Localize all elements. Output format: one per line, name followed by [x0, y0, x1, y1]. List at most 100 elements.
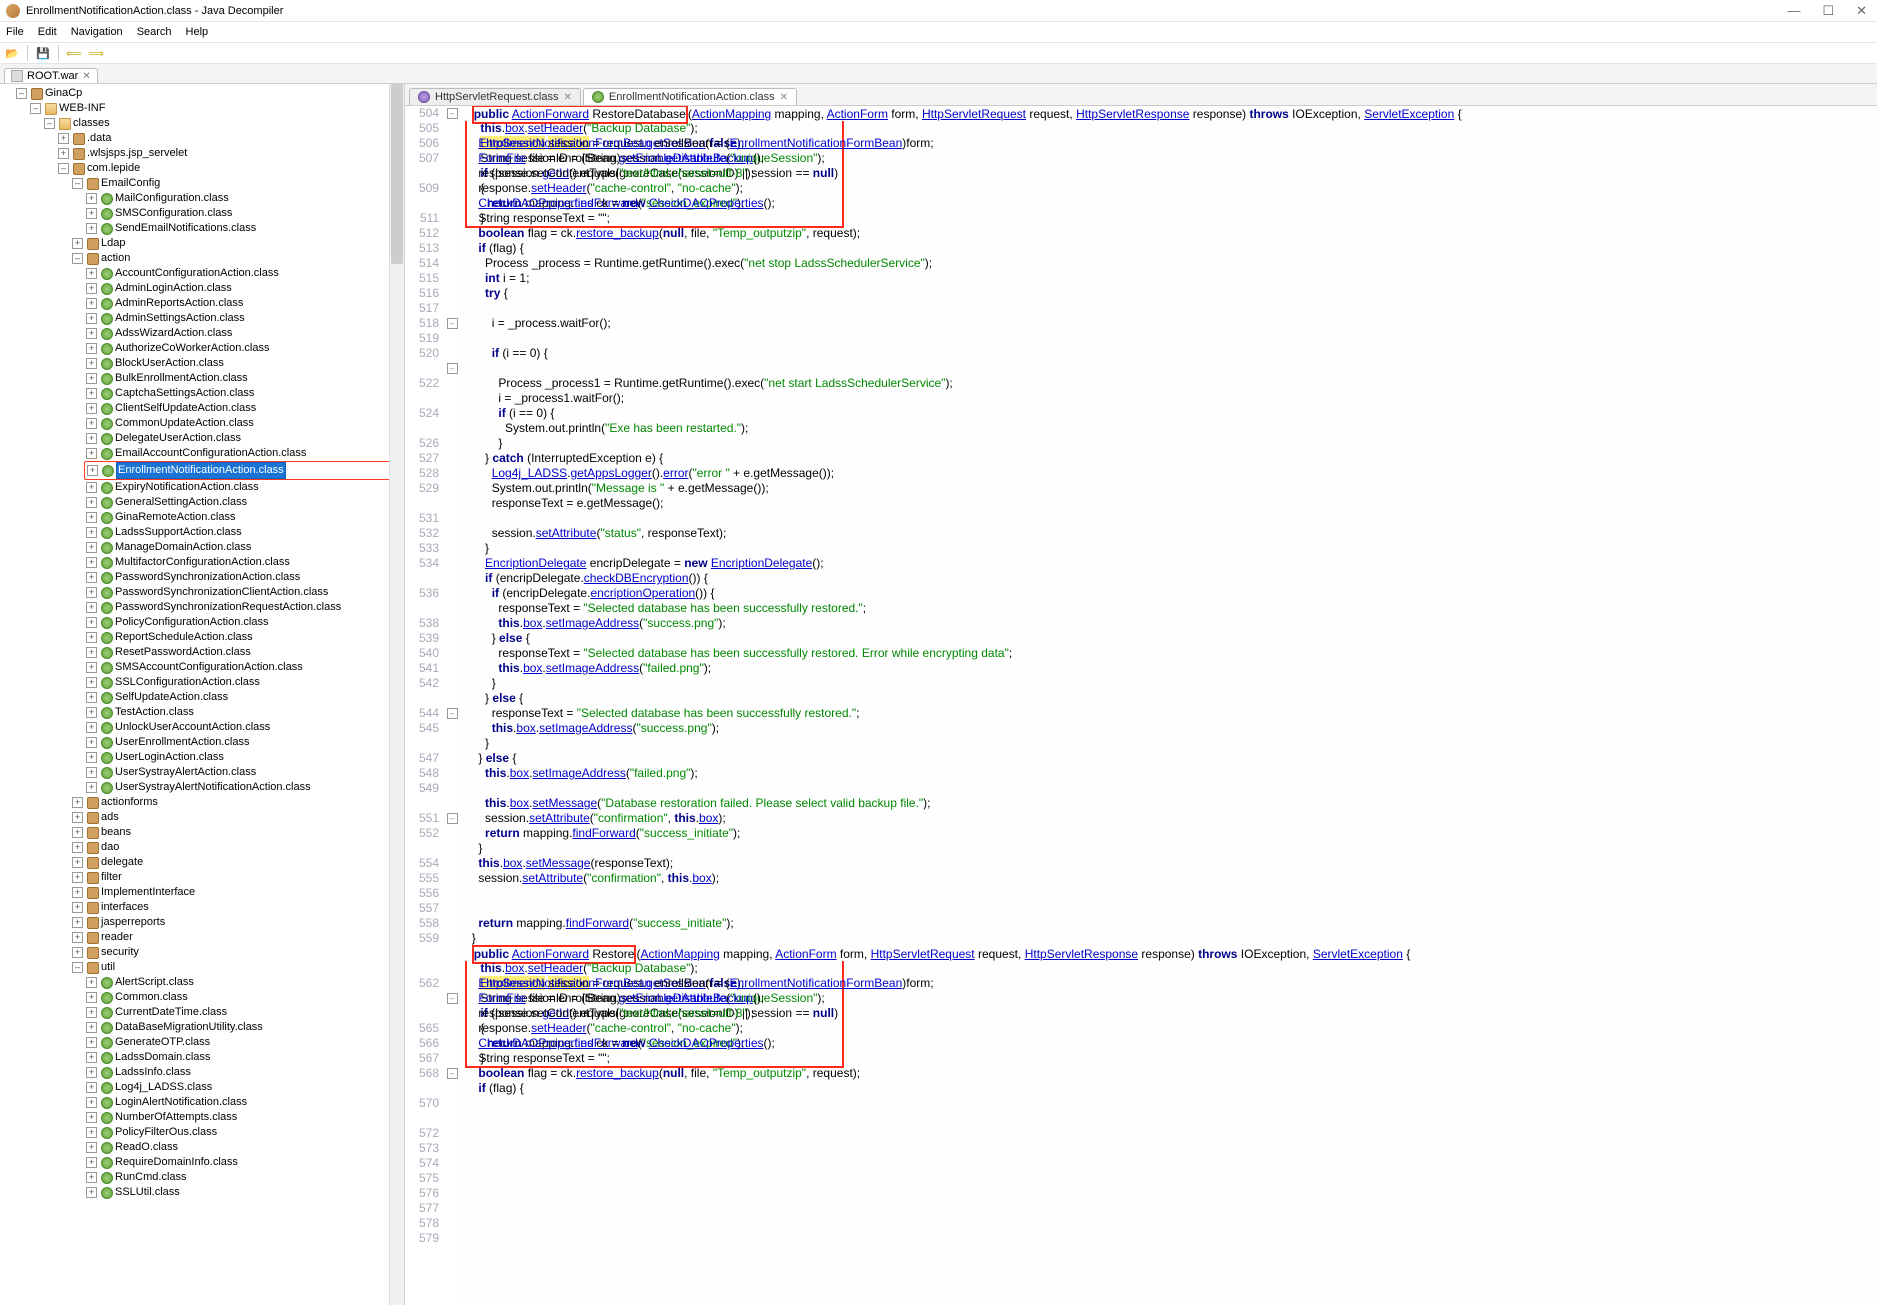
tree-class-item[interactable]: +NumberOfAttempts.class — [84, 1110, 404, 1125]
tree-class-item[interactable]: +DelegateUserAction.class — [84, 431, 404, 446]
tree-class-item[interactable]: +SelfUpdateAction.class — [84, 690, 404, 705]
code-area[interactable]: 5045055065075095115125135145155165175185… — [405, 106, 1877, 1305]
tree-class-item[interactable]: +PasswordSynchronizationClientAction.cla… — [84, 585, 404, 600]
tree-class-item[interactable]: +EnrollmentNotificationAction.class — [85, 462, 403, 479]
tree-class-item[interactable]: +SMSConfiguration.class — [84, 206, 404, 221]
maximize-button[interactable]: ☐ — [1818, 3, 1838, 19]
tree-class-item[interactable]: +Log4j_LADSS.class — [84, 1080, 404, 1095]
tree-class-item[interactable]: +GenerateOTP.class — [84, 1035, 404, 1050]
tree-class-item[interactable]: +ManageDomainAction.class — [84, 540, 404, 555]
tree-package-item[interactable]: +ads — [70, 810, 404, 825]
minimize-button[interactable]: — — [1783, 3, 1804, 19]
source-code[interactable]: public ActionForward RestoreDatabase(Act… — [459, 106, 1462, 1305]
editor-tab-httpservlet[interactable]: HttpServletRequest.class ✕ — [409, 88, 581, 105]
tree-item[interactable]: .wlsjsps.jsp_servelet — [87, 146, 187, 161]
tree-package-item[interactable]: +ImplementInterface — [70, 885, 404, 900]
menu-edit[interactable]: Edit — [38, 26, 57, 38]
tree-class-item[interactable]: +AdminLoginAction.class — [84, 281, 404, 296]
tree-package-item[interactable]: +delegate — [70, 855, 404, 870]
tree-class-item[interactable]: +Common.class — [84, 990, 404, 1005]
tree-class-item[interactable]: +TestAction.class — [84, 705, 404, 720]
tree-class-item[interactable]: +ReportScheduleAction.class — [84, 630, 404, 645]
tree-class-item[interactable]: +UserSystrayAlertAction.class — [84, 765, 404, 780]
tree-class-item[interactable]: +ResetPasswordAction.class — [84, 645, 404, 660]
tree-class-item[interactable]: +PasswordSynchronizationAction.class — [84, 570, 404, 585]
menu-file[interactable]: File — [6, 26, 24, 38]
nav-forward-icon[interactable]: ⟹ — [88, 45, 104, 61]
tree-package-item[interactable]: +beans — [70, 825, 404, 840]
tree-package-item[interactable]: +jasperreports — [70, 915, 404, 930]
menu-navigation[interactable]: Navigation — [71, 26, 123, 38]
editor-tab-enrollment[interactable]: EnrollmentNotificationAction.class ✕ — [583, 88, 797, 105]
menu-help[interactable]: Help — [186, 26, 209, 38]
class-icon — [102, 465, 114, 477]
tree-class-item[interactable]: +CurrentDateTime.class — [84, 1005, 404, 1020]
tree-package-item[interactable]: +reader — [70, 930, 404, 945]
tree-webinf[interactable]: WEB-INF — [59, 101, 105, 116]
package-icon — [31, 88, 43, 100]
close-icon[interactable]: ✕ — [780, 92, 788, 103]
tree-class-item[interactable]: +DataBaseMigrationUtility.class — [84, 1020, 404, 1035]
tree-ldap[interactable]: Ldap — [101, 236, 125, 251]
tree-action[interactable]: action — [101, 251, 130, 266]
tree-class-item[interactable]: +RunCmd.class — [84, 1170, 404, 1185]
tree-item[interactable]: .data — [87, 131, 111, 146]
scrollbar-thumb[interactable] — [391, 84, 403, 264]
tree-class-item[interactable]: +SSLConfigurationAction.class — [84, 675, 404, 690]
menu-search[interactable]: Search — [137, 26, 172, 38]
tree-class-item[interactable]: +ClientSelfUpdateAction.class — [84, 401, 404, 416]
tree-class-item[interactable]: +AuthorizeCoWorkerAction.class — [84, 341, 404, 356]
tree-class-item[interactable]: +LadssSupportAction.class — [84, 525, 404, 540]
tree-class-item[interactable]: +RequireDomainInfo.class — [84, 1155, 404, 1170]
tree-class-item[interactable]: +BulkEnrollmentAction.class — [84, 371, 404, 386]
tree-class-item[interactable]: +AdssWizardAction.class — [84, 326, 404, 341]
tree-class-item[interactable]: +UserSystrayAlertNotificationAction.clas… — [84, 780, 404, 795]
tree-class-item[interactable]: +AdminSettingsAction.class — [84, 311, 404, 326]
tree-package-item[interactable]: +actionforms — [70, 795, 404, 810]
tree-class-item[interactable]: +UnlockUserAccountAction.class — [84, 720, 404, 735]
tree-class-item[interactable]: +SendEmailNotifications.class — [84, 221, 404, 236]
tree-class-item[interactable]: +LadssDomain.class — [84, 1050, 404, 1065]
tree-class-item[interactable]: +ExpiryNotificationAction.class — [84, 480, 404, 495]
close-button[interactable]: ✕ — [1852, 3, 1871, 19]
tree-class-item[interactable]: +CommonUpdateAction.class — [84, 416, 404, 431]
tree-class-item[interactable]: +GinaRemoteAction.class — [84, 510, 404, 525]
tree-package-item[interactable]: +security — [70, 945, 404, 960]
tree-class-item[interactable]: +ReadO.class — [84, 1140, 404, 1155]
tree-classes[interactable]: classes — [73, 116, 110, 131]
tree-class-item[interactable]: +MultifactorConfigurationAction.class — [84, 555, 404, 570]
tree-class-item[interactable]: +EmailAccountConfigurationAction.class — [84, 446, 404, 461]
tree-class-item[interactable]: +PolicyConfigurationAction.class — [84, 615, 404, 630]
tree-class-item[interactable]: +AdminReportsAction.class — [84, 296, 404, 311]
tree-class-item[interactable]: +MailConfiguration.class — [84, 191, 404, 206]
tree-class-item[interactable]: +LadssInfo.class — [84, 1065, 404, 1080]
project-tree[interactable]: –GinaCp –WEB-INF –classes +.data +.wlsjs… — [0, 84, 405, 1305]
tree-class-item[interactable]: +LoginAlertNotification.class — [84, 1095, 404, 1110]
tree-class-item[interactable]: +UserLoginAction.class — [84, 750, 404, 765]
tree-package-item[interactable]: +interfaces — [70, 900, 404, 915]
tree-emailconfig[interactable]: EmailConfig — [101, 176, 160, 191]
close-icon[interactable]: ✕ — [82, 71, 90, 82]
tree-package-item[interactable]: +dao — [70, 840, 404, 855]
tree-class-item[interactable]: +UserEnrollmentAction.class — [84, 735, 404, 750]
tree-util[interactable]: util — [101, 960, 115, 975]
tree-class-item[interactable]: +SMSAccountConfigurationAction.class — [84, 660, 404, 675]
tree-class-item[interactable]: +GeneralSettingAction.class — [84, 495, 404, 510]
tree-class-item[interactable]: +CaptchaSettingsAction.class — [84, 386, 404, 401]
open-file-icon[interactable]: 📂 — [4, 45, 20, 61]
tree-class-item[interactable]: +AlertScript.class — [84, 975, 404, 990]
tree-class-item[interactable]: +SSLUtil.class — [84, 1185, 404, 1200]
close-icon[interactable]: ✕ — [564, 92, 572, 103]
tree-root[interactable]: GinaCp — [45, 86, 82, 101]
tree-package-item[interactable]: +filter — [70, 870, 404, 885]
tree-class-item[interactable]: +PasswordSynchronizationRequestAction.cl… — [84, 600, 404, 615]
save-icon[interactable]: 💾 — [35, 45, 51, 61]
tree-class-item[interactable]: +BlockUserAction.class — [84, 356, 404, 371]
tree-item[interactable]: com.lepide — [87, 161, 140, 176]
tree-class-item[interactable]: +PolicyFilterOus.class — [84, 1125, 404, 1140]
tree-class-item[interactable]: +AccountConfigurationAction.class — [84, 266, 404, 281]
archive-tab[interactable]: ROOT.war ✕ — [4, 68, 98, 83]
nav-back-icon[interactable]: ⟸ — [66, 45, 82, 61]
fold-column[interactable] — [445, 106, 459, 1305]
tree-scrollbar[interactable] — [389, 84, 404, 1305]
